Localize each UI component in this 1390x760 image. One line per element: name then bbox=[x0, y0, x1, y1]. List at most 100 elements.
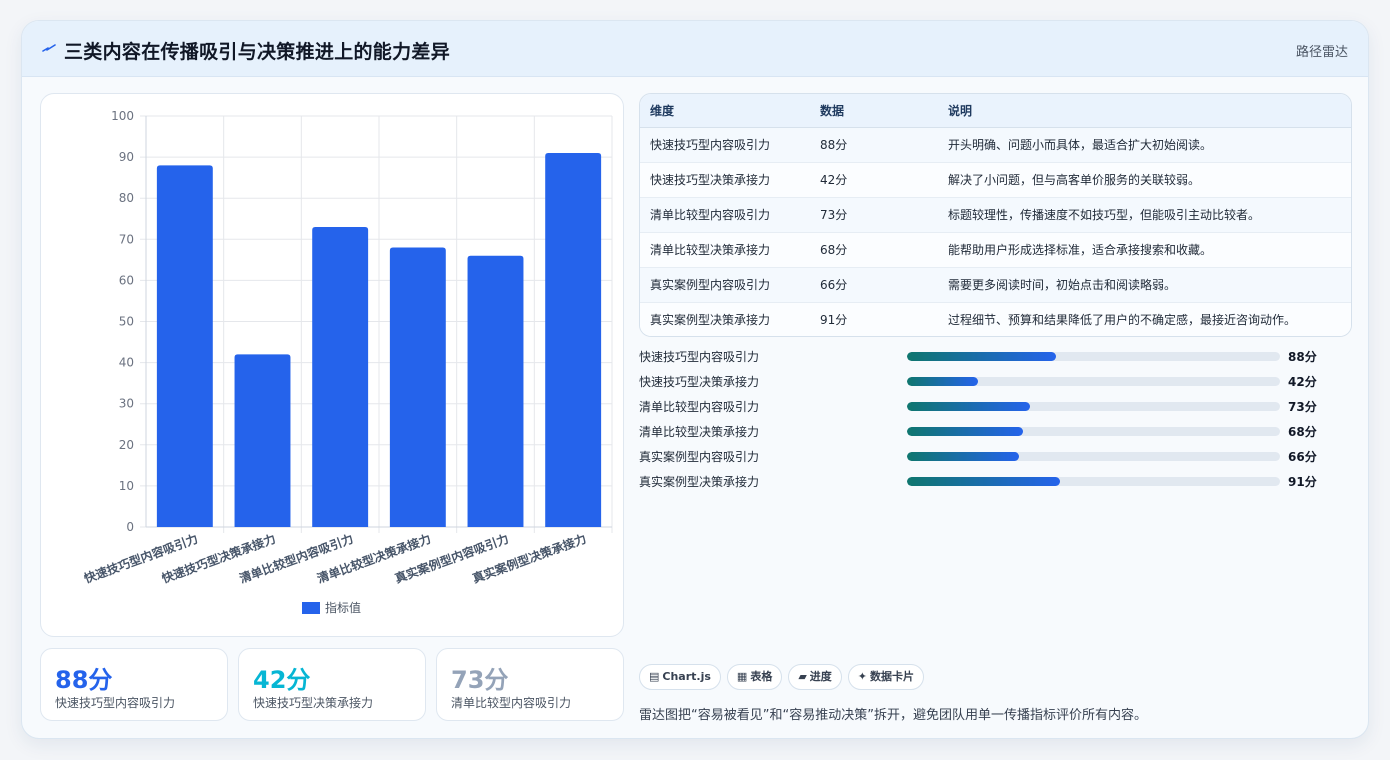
legend-swatch bbox=[302, 602, 320, 614]
pulse-icon bbox=[42, 44, 56, 52]
progress-track bbox=[907, 402, 1280, 411]
cell-dimension: 真实案例型决策承接力 bbox=[650, 313, 771, 328]
progress-fill bbox=[907, 377, 978, 386]
progress-track bbox=[907, 452, 1280, 461]
y-tick-label: 70 bbox=[119, 232, 134, 246]
progress-value: 91分 bbox=[1288, 475, 1317, 489]
table-row: 快速技巧型内容吸引力 88分 开头明确、问题小而具体，最适合扩大初始阅读。 bbox=[640, 127, 1351, 163]
bar bbox=[234, 354, 291, 527]
chip-data-card[interactable]: ✦ 数据卡片 bbox=[847, 664, 925, 690]
cell-dimension: 清单比较型内容吸引力 bbox=[640, 197, 810, 233]
chip-label: Chart.js bbox=[662, 670, 711, 683]
bar bbox=[312, 226, 369, 527]
y-tick-label: 50 bbox=[119, 315, 134, 329]
cell-value: 66分 bbox=[810, 267, 938, 303]
kpi-card: 73分 清单比较型内容吸引力 bbox=[436, 648, 624, 721]
cell-note: 开头明确、问题小而具体，最适合扩大初始阅读。 bbox=[938, 127, 1351, 163]
progress-fill bbox=[907, 352, 1057, 361]
bar bbox=[389, 247, 446, 527]
table-icon: ▦ bbox=[736, 670, 748, 683]
chip-table[interactable]: ▦ 表格 bbox=[726, 664, 783, 690]
progress-row: 快速技巧型内容吸引力 88分 bbox=[639, 346, 1352, 366]
table-row: 清单比较型内容吸引力 73分 标题较理性，传播速度不如技巧型，但能吸引主动比较者… bbox=[640, 197, 1351, 233]
progress-label: 真实案例型决策承接力 bbox=[639, 475, 760, 489]
y-tick-label: 10 bbox=[119, 479, 134, 493]
progress-track bbox=[907, 352, 1280, 361]
progress-row: 真实案例型内容吸引力 66分 bbox=[639, 446, 1352, 466]
kpi-value: 88分 bbox=[55, 666, 113, 694]
kpi-label: 清单比较型内容吸引力 bbox=[451, 696, 572, 710]
cell-dimension: 真实案例型内容吸引力 bbox=[640, 267, 810, 303]
kpi-card: 42分 快速技巧型决策承接力 bbox=[238, 648, 426, 721]
cell-note: 过程细节、预算和结果降低了用户的不确定感，最接近咨询动作。 bbox=[948, 313, 1297, 328]
table-row: 真实案例型决策承接力 91分 过程细节、预算和结果降低了用户的不确定感，最接近咨… bbox=[640, 302, 1351, 336]
kpi-value: 42分 bbox=[253, 666, 311, 694]
cell-value: 42分 bbox=[810, 162, 938, 198]
progress-value: 73分 bbox=[1288, 400, 1317, 414]
progress-value: 66分 bbox=[1288, 450, 1317, 464]
progress-label: 清单比较型决策承接力 bbox=[639, 425, 760, 439]
table-row: 快速技巧型决策承接力 42分 解决了小问题，但与高客单价服务的关联较弱。 bbox=[640, 162, 1351, 198]
y-tick-label: 80 bbox=[119, 191, 134, 205]
y-tick-label: 20 bbox=[119, 438, 134, 452]
bar bbox=[467, 255, 524, 528]
kpi-value: 73分 bbox=[451, 666, 509, 694]
header-tag[interactable]: 路径雷达 bbox=[1296, 41, 1348, 60]
progress-fill bbox=[907, 427, 1023, 436]
progress-row: 快速技巧型决策承接力 42分 bbox=[639, 371, 1352, 391]
cell-dimension: 快速技巧型内容吸引力 bbox=[640, 127, 810, 163]
progress-row: 真实案例型决策承接力 91分 bbox=[639, 471, 1352, 491]
table-header-row: 维度 数据 说明 bbox=[640, 94, 1351, 128]
chip-label: 数据卡片 bbox=[870, 670, 915, 683]
page-title: 三类内容在传播吸引与决策推进上的能力差异 bbox=[64, 41, 451, 63]
tech-chips: ▤ Chart.js ▦ 表格 ▰ 进度 ✦ 数据卡片 bbox=[639, 664, 930, 690]
cell-note: 能帮助用户形成选择标准，适合承接搜索和收藏。 bbox=[938, 232, 1351, 268]
cell-value: 91分 bbox=[820, 313, 848, 328]
bar-chart: 0102030405060708090100快速技巧型内容吸引力快速技巧型决策承… bbox=[82, 109, 613, 615]
cell-dimension: 快速技巧型决策承接力 bbox=[640, 162, 810, 198]
progress-value: 42分 bbox=[1288, 375, 1317, 389]
bar bbox=[156, 165, 213, 527]
y-tick-label: 40 bbox=[119, 356, 134, 370]
cell-note: 标题较理性，传播速度不如技巧型，但能吸引主动比较者。 bbox=[938, 197, 1351, 233]
bar-chart-panel: 0 10 20 30 40 50 60 70 80 90 100 快速技巧型内容吸引力 快速技巧型决策承… bbox=[40, 93, 624, 637]
progress-track bbox=[907, 377, 1280, 386]
kpi-label: 快速技巧型决策承接力 bbox=[253, 696, 374, 710]
chip-chartjs[interactable]: ▤ Chart.js bbox=[639, 664, 721, 690]
y-tick-label: 60 bbox=[119, 273, 134, 287]
chart-icon: ▤ bbox=[649, 670, 660, 683]
y-tick-label: 0 bbox=[126, 520, 134, 534]
kpi-label: 快速技巧型内容吸引力 bbox=[55, 696, 176, 710]
y-tick-label: 30 bbox=[119, 397, 134, 411]
progress-track bbox=[907, 477, 1280, 486]
chip-label: 进度 bbox=[809, 670, 832, 683]
progress-label: 快速技巧型内容吸引力 bbox=[639, 350, 760, 364]
data-table: 维度 数据 说明 快速技巧型内容吸引力 88分 开头明确、问题小而具体，最适合扩… bbox=[639, 93, 1352, 337]
progress-track bbox=[907, 427, 1280, 436]
y-tick-label: 100 bbox=[111, 109, 134, 123]
progress-value: 88分 bbox=[1288, 350, 1317, 364]
progress-row: 清单比较型决策承接力 68分 bbox=[639, 421, 1352, 441]
dashboard-card: 三类内容在传播吸引与决策推进上的能力差异 路径雷达 0 10 20 30 40 50 60 7… bbox=[21, 20, 1369, 739]
progress-fill bbox=[907, 477, 1060, 486]
chip-progress[interactable]: ▰ 进度 bbox=[788, 664, 842, 690]
progress-fill bbox=[907, 452, 1019, 461]
cell-value: 88分 bbox=[810, 127, 938, 163]
column-header: 说明 bbox=[938, 94, 1351, 128]
cell-dimension: 清单比较型决策承接力 bbox=[640, 232, 810, 268]
progress-row: 清单比较型内容吸引力 73分 bbox=[639, 396, 1352, 416]
table-row: 清单比较型决策承接力 68分 能帮助用户形成选择标准，适合承接搜索和收藏。 bbox=[640, 232, 1351, 268]
cell-note: 需要更多阅读时间，初始点击和阅读略弱。 bbox=[938, 267, 1351, 303]
column-header: 数据 bbox=[810, 94, 938, 128]
progress-value: 68分 bbox=[1288, 425, 1317, 439]
cell-note: 解决了小问题，但与高客单价服务的关联较弱。 bbox=[938, 162, 1351, 198]
kpi-card: 88分 快速技巧型内容吸引力 bbox=[40, 648, 228, 721]
table-row: 真实案例型内容吸引力 66分 需要更多阅读时间，初始点击和阅读略弱。 bbox=[640, 267, 1351, 303]
footer-note: 雷达图把“容易被看见”和“容易推动决策”拆开，避免团队用单一传播指标评价所有内容… bbox=[639, 708, 1147, 723]
column-header: 维度 bbox=[640, 94, 810, 128]
progress-label: 快速技巧型决策承接力 bbox=[639, 375, 760, 389]
sparkle-icon: ✦ bbox=[857, 670, 868, 683]
chip-label: 表格 bbox=[750, 670, 773, 683]
y-tick-label: 90 bbox=[119, 150, 134, 164]
bar bbox=[545, 152, 602, 528]
